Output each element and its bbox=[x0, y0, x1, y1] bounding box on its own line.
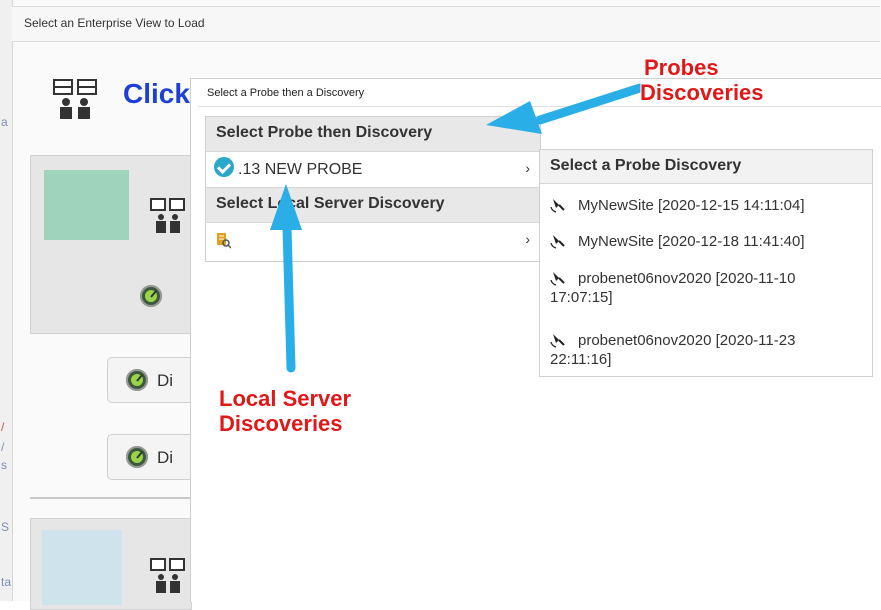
arrow-icon bbox=[486, 83, 645, 134]
annotation-local-server: Local Server Discoveries bbox=[219, 386, 351, 436]
arrow-icon bbox=[270, 184, 302, 373]
annotation-line: Local Server bbox=[219, 386, 352, 411]
annotation-line: Discoveries bbox=[219, 411, 343, 436]
annotation-line: Discoveries bbox=[640, 80, 764, 105]
annotation-probes: Probes Discoveries bbox=[640, 55, 764, 105]
annotation-line: Probes bbox=[644, 55, 719, 80]
